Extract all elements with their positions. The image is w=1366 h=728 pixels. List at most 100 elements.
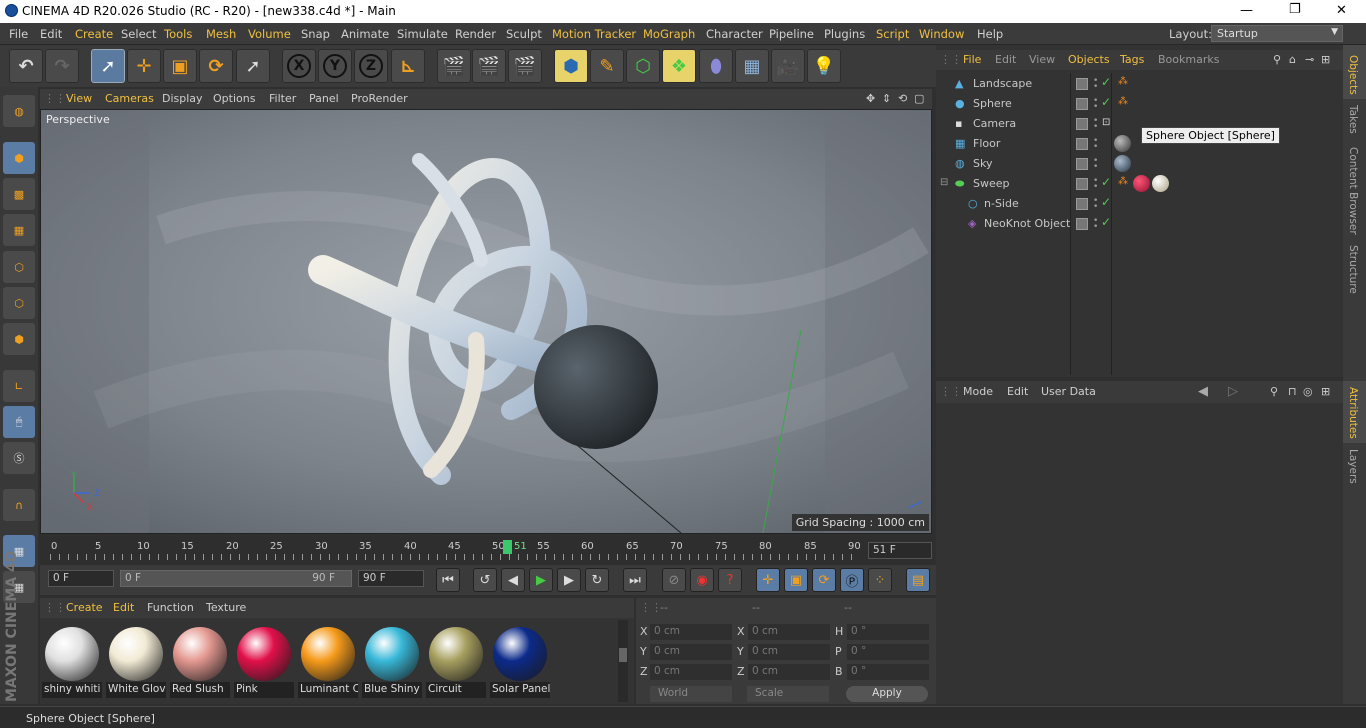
maximize-button[interactable]: ❐	[1289, 2, 1301, 17]
previous-key-button[interactable]: ↺	[473, 568, 497, 592]
target-icon[interactable]: ◎	[1303, 385, 1313, 398]
menu-simulate[interactable]: Simulate	[397, 27, 448, 41]
redo-button[interactable]: ↷	[45, 49, 79, 83]
menu-script[interactable]: Script	[876, 27, 909, 41]
move-button[interactable]: ✛	[127, 49, 161, 83]
rotation-b-field[interactable]: 0 °	[847, 664, 929, 680]
object-row-landscape[interactable]: ▲ Landscape • • ✓ ⁂	[938, 74, 1343, 94]
menu-plugins[interactable]: Plugins	[824, 27, 865, 41]
viewport-menu-panel[interactable]: Panel	[309, 92, 339, 105]
lock-icon[interactable]: ⊓	[1288, 385, 1297, 398]
points-mode-button[interactable]: ⬡	[3, 251, 35, 283]
tweak-mode-button[interactable]: 🖱	[3, 406, 35, 438]
menu-motion-tracker[interactable]: Motion Tracker	[552, 27, 636, 41]
next-key-button[interactable]: ↻	[585, 568, 609, 592]
array-button[interactable]: ❖	[662, 49, 696, 83]
objects-menu-edit[interactable]: Edit	[995, 53, 1016, 66]
position-y-field[interactable]: 0 cm	[650, 644, 732, 660]
live-selection-button[interactable]: ➚	[91, 49, 125, 83]
layer-swatch[interactable]	[1076, 218, 1088, 230]
phong-tag-icon[interactable]: ⁂	[1118, 96, 1128, 107]
menu-select[interactable]: Select	[121, 27, 156, 41]
visibility-dots[interactable]: • •	[1093, 197, 1098, 212]
material-swatch[interactable]: shiny whiti	[42, 624, 102, 698]
texture-mode-button[interactable]: ▩	[3, 178, 35, 210]
layout-dropdown[interactable]: Startup ▼	[1211, 25, 1343, 42]
recent-tool-button[interactable]: ➚	[236, 49, 270, 83]
material-tag-icon[interactable]	[1152, 175, 1169, 192]
phong-tag-icon[interactable]: ⁂	[1118, 176, 1128, 187]
enabled-check-icon[interactable]: ✓	[1101, 195, 1111, 209]
tab-layers[interactable]: Layers	[1347, 449, 1359, 484]
layer-swatch[interactable]	[1076, 138, 1088, 150]
position-z-field[interactable]: 0 cm	[650, 664, 732, 680]
pen-button[interactable]: ✎	[590, 49, 624, 83]
material-menu-function[interactable]: Function	[147, 601, 194, 614]
tab-structure[interactable]: Structure	[1347, 245, 1359, 294]
new-window-icon[interactable]: ⊞	[1321, 53, 1330, 66]
model-mode-button[interactable]: ⬢	[3, 142, 35, 174]
material-scrollbar[interactable]	[618, 620, 628, 702]
menu-mograph[interactable]: MoGraph	[643, 27, 695, 41]
layer-swatch[interactable]	[1076, 78, 1088, 90]
enabled-check-icon[interactable]: ✓	[1101, 175, 1111, 189]
play-button[interactable]: ▶	[529, 568, 553, 592]
solo-button[interactable]: Ⓢ	[3, 442, 35, 474]
record-rotation-button[interactable]: ⟳	[812, 568, 836, 592]
apply-button[interactable]: Apply	[846, 686, 928, 702]
viewport-menu-view[interactable]: View	[66, 92, 92, 105]
go-to-end-button[interactable]: ⏭	[623, 568, 647, 592]
enabled-check-icon[interactable]: ✓	[1101, 215, 1111, 229]
deformer-button[interactable]: ⬮	[699, 49, 733, 83]
visibility-dots[interactable]: • •	[1093, 177, 1098, 192]
material-tag-icon[interactable]	[1133, 175, 1150, 192]
tab-content-browser[interactable]: Content Browser	[1347, 147, 1359, 235]
visibility-dots[interactable]: • •	[1093, 157, 1098, 172]
material-menu-edit[interactable]: Edit	[113, 601, 134, 614]
size-mode-dropdown[interactable]: Scale	[747, 686, 829, 702]
coordinate-system-button[interactable]: ⊾	[391, 49, 425, 83]
render-view-button[interactable]: 🎬	[437, 49, 471, 83]
search-icon[interactable]: ⚲	[1270, 385, 1278, 398]
viewport-menu-filter[interactable]: Filter	[269, 92, 296, 105]
visibility-dots[interactable]: • •	[1093, 217, 1098, 232]
new-window-icon[interactable]: ⊞	[1321, 385, 1330, 398]
menu-window[interactable]: Window	[919, 27, 964, 41]
material-tag-icon[interactable]	[1114, 155, 1131, 172]
objects-menu-objects[interactable]: Objects	[1068, 53, 1110, 66]
rotation-p-field[interactable]: 0 °	[847, 644, 929, 660]
objects-menu-view[interactable]: View	[1029, 53, 1055, 66]
link-icon[interactable]: ⊸	[1305, 53, 1314, 66]
layer-swatch[interactable]	[1076, 118, 1088, 130]
menu-mesh[interactable]: Mesh	[206, 27, 236, 41]
visibility-dots[interactable]: • •	[1093, 97, 1098, 112]
close-button[interactable]: ✕	[1336, 3, 1347, 18]
material-tag-icon[interactable]	[1114, 135, 1131, 152]
menu-pipeline[interactable]: Pipeline	[769, 27, 814, 41]
minimize-button[interactable]: —	[1240, 3, 1253, 18]
menu-snap[interactable]: Snap	[301, 27, 330, 41]
search-icon[interactable]: ⚲	[1273, 53, 1281, 66]
visibility-dots[interactable]: • •	[1093, 137, 1098, 152]
floor-button[interactable]: ▦	[735, 49, 769, 83]
menu-help[interactable]: Help	[977, 27, 1003, 41]
layer-swatch[interactable]	[1076, 178, 1088, 190]
axis-mode-button[interactable]: ∟	[3, 370, 35, 402]
attributes-menu-user-data[interactable]: User Data	[1041, 385, 1096, 398]
playhead[interactable]	[503, 540, 512, 554]
y-axis-button[interactable]: Y	[318, 49, 352, 83]
tab-objects[interactable]: Objects	[1347, 55, 1359, 95]
previous-frame-button[interactable]: ◀	[501, 568, 525, 592]
cube-button[interactable]: ⬢	[554, 49, 588, 83]
layer-swatch[interactable]	[1076, 158, 1088, 170]
size-z-field[interactable]: 0 cm	[748, 664, 830, 680]
material-menu-create[interactable]: Create	[66, 601, 103, 614]
menu-file[interactable]: File	[9, 27, 28, 41]
scale-button[interactable]: ▣	[163, 49, 197, 83]
menu-animate[interactable]: Animate	[341, 27, 389, 41]
next-frame-button[interactable]: ▶	[557, 568, 581, 592]
maximize-view-icon[interactable]: ▢	[914, 92, 924, 105]
position-x-field[interactable]: 0 cm	[650, 624, 732, 640]
rotate-button[interactable]: ⟳	[199, 49, 233, 83]
size-y-field[interactable]: 0 cm	[748, 644, 830, 660]
